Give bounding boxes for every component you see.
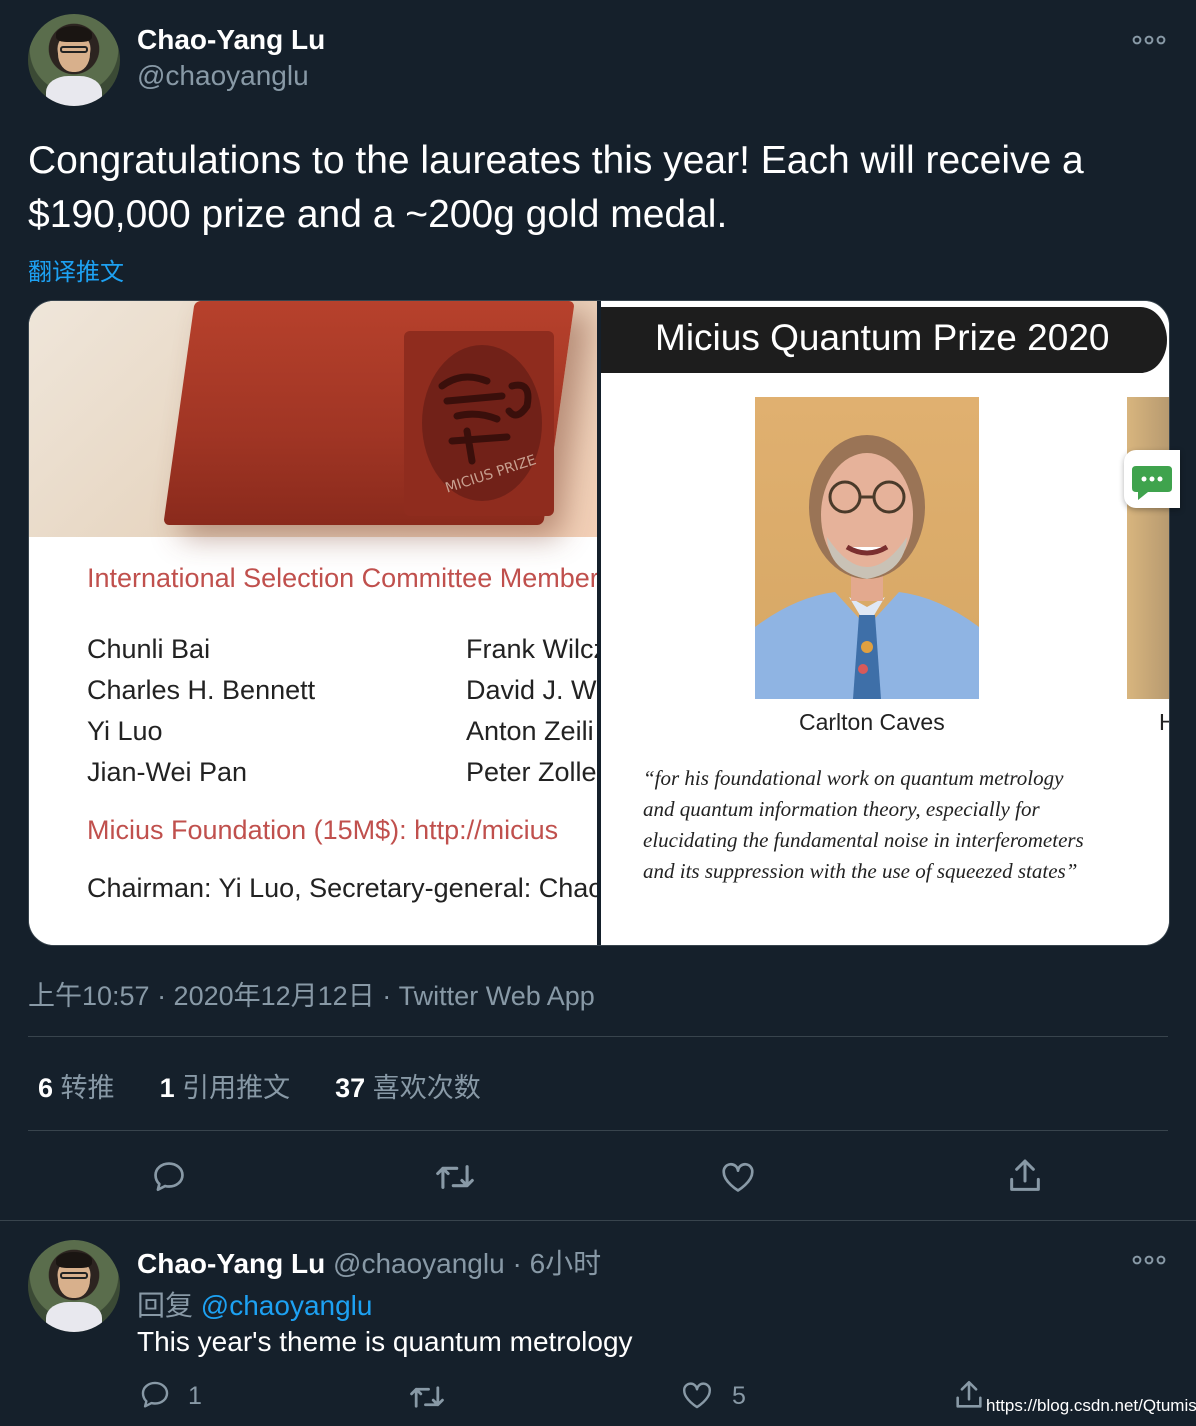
reply-separator: · — [512, 1248, 522, 1279]
reply-reply-icon[interactable] — [138, 1378, 172, 1412]
next-portrait-fragment — [1127, 397, 1169, 699]
citation-line: and quantum information theory, especial… — [643, 797, 1040, 821]
next-name-fragment: H — [1159, 709, 1169, 736]
foundation-line: Micius Foundation (15M$): http://micius — [87, 815, 559, 845]
committee-member: Frank Wilcz — [466, 634, 597, 664]
committee-member: Jian-Wei Pan — [87, 757, 248, 787]
reply-author-handle[interactable]: @chaoyanglu — [333, 1248, 505, 1279]
author-handle[interactable]: @chaoyanglu — [137, 60, 309, 92]
more-icon[interactable] — [1132, 30, 1166, 55]
retweets-label: 转推 — [60, 1073, 115, 1103]
likes-count: 37 — [335, 1073, 366, 1103]
reply-author-avatar[interactable] — [28, 1240, 120, 1332]
citation: “for his foundational work on quantum me… — [643, 763, 1084, 887]
quotes-label: 引用推文 — [182, 1073, 291, 1103]
citation-line: and its suppression with the use of sque… — [643, 859, 1078, 883]
divider — [28, 1036, 1168, 1037]
replying-to: 回复 @chaoyanglu — [137, 1284, 372, 1324]
likes-stat[interactable]: 37 喜欢次数 — [335, 1073, 481, 1103]
reply-text: This year's theme is quantum metrology — [137, 1326, 633, 1357]
retweets-count: 6 — [38, 1073, 54, 1103]
watermark: https://blog.csdn.net/Qtumist — [986, 1396, 1196, 1415]
tweet-text-line-1: Congratulations to the laureates this ye… — [28, 139, 1084, 182]
laureate-name: Carlton Caves — [799, 709, 945, 735]
author-name[interactable]: Chao-Yang Lu — [137, 24, 325, 56]
divider — [28, 1130, 1168, 1131]
citation-line: elucidating the fundamental noise in int… — [643, 828, 1084, 852]
seal-photo: MICIUS PRIZE — [29, 301, 597, 537]
committee-members-col1: Chunli Bai Charles H. Bennett Yi Luo Jia… — [87, 629, 315, 793]
media-image-right[interactable]: Micius Quantum Prize 2020 Carlton Caves … — [601, 301, 1169, 945]
committee-member: Peter Zoller — [466, 757, 597, 787]
stats-row: 6 转推 1 引用推文 37 喜欢次数 — [38, 1066, 481, 1105]
reply-icon[interactable] — [150, 1158, 188, 1196]
committee-member: Charles H. Bennett — [87, 675, 316, 705]
translate-link[interactable]: 翻译推文 — [28, 252, 124, 287]
committee-member: Anton Zeili — [466, 716, 594, 746]
reply-reply-count: 1 — [188, 1382, 202, 1410]
committee-members-col2: Frank Wilcz David J. W Anton Zeili Peter… — [466, 629, 597, 793]
replying-to-prefix: 回复 — [137, 1290, 194, 1321]
committee-member: David J. W — [466, 675, 597, 705]
committee-member: Yi Luo — [87, 716, 163, 746]
quotes-count: 1 — [159, 1073, 175, 1103]
tweet-meta[interactable]: 上午10:57 · 2020年12月12日 · Twitter Web App — [28, 974, 595, 1013]
likes-label: 喜欢次数 — [372, 1073, 481, 1103]
reply-author-name[interactable]: Chao-Yang Lu — [137, 1248, 325, 1279]
reply-like-icon[interactable] — [680, 1378, 714, 1412]
laureate-portrait — [755, 397, 979, 699]
media-card[interactable]: MICIUS PRIZE International Selection Com… — [28, 300, 1170, 946]
citation-line: “for his foundational work on quantum me… — [643, 766, 1064, 790]
prize-title: Micius Quantum Prize 2020 — [655, 317, 1110, 358]
replying-to-handle[interactable]: @chaoyanglu — [201, 1290, 373, 1321]
committee-title: International Selection Committee Member — [87, 563, 597, 593]
committee-member: Chunli Bai — [87, 634, 211, 664]
reply-header: Chao-Yang Lu @chaoyanglu · 6小时 — [137, 1242, 601, 1282]
author-avatar[interactable] — [28, 14, 120, 106]
reply-retweet-icon[interactable] — [408, 1380, 446, 1414]
share-icon[interactable] — [1005, 1156, 1045, 1196]
media-image-left[interactable]: MICIUS PRIZE International Selection Com… — [29, 301, 597, 945]
chairman-line: Chairman: Yi Luo, Secretary-general: Cha… — [87, 873, 597, 903]
tweet-text: Congratulations to the laureates this ye… — [28, 134, 1178, 242]
divider — [0, 1220, 1196, 1221]
reply-more-icon[interactable] — [1132, 1250, 1166, 1275]
tweet-text-line-2: $190,000 prize and a ~200g gold medal. — [28, 193, 728, 236]
quotes-stat[interactable]: 1 引用推文 — [160, 1073, 291, 1103]
reply-time[interactable]: 6小时 — [530, 1248, 602, 1279]
like-icon[interactable] — [719, 1158, 757, 1196]
chat-extension-icon[interactable] — [1124, 450, 1180, 508]
retweet-icon[interactable] — [434, 1158, 476, 1196]
reply-share-icon[interactable] — [952, 1378, 986, 1412]
retweets-stat[interactable]: 6 转推 — [38, 1073, 115, 1103]
micius-seal-icon: MICIUS PRIZE — [422, 345, 542, 501]
reply-like-count: 5 — [732, 1382, 746, 1410]
